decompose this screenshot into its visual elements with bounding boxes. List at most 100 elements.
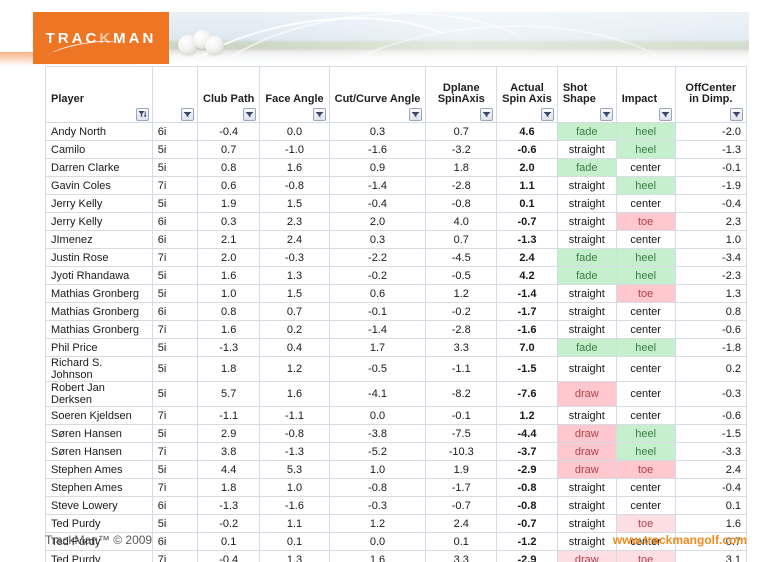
table-row: Jyoti Rhandawa5i1.61.3-0.2-0.54.2fadehee… — [46, 267, 747, 285]
cell-cut-curve-angle: -0.1 — [329, 303, 426, 321]
cell-actual-spin-axis: -0.7 — [497, 213, 558, 231]
cell-cut-curve-angle: -4.1 — [329, 382, 426, 407]
header-spacer-cell — [46, 67, 153, 83]
cell-offcenter: 2.3 — [675, 213, 746, 231]
table-row: Stephen Ames5i4.45.31.01.9-2.9drawtoe2.4 — [46, 461, 747, 479]
cell-dplane-spinaxis: -0.5 — [426, 267, 497, 285]
cell-player: Robert Jan Derksen — [46, 382, 153, 407]
header-spacer-row — [46, 67, 747, 83]
filter-cell-cut-curve-angle — [329, 106, 426, 123]
header-line2: SpinAxis — [431, 94, 491, 105]
cell-cut-curve-angle: 0.0 — [329, 533, 426, 551]
header-spacer-cell — [260, 67, 329, 83]
cell-offcenter: 3.1 — [675, 551, 746, 562]
sort-filter-icon[interactable] — [136, 108, 149, 121]
cell-player: Gavin Coles — [46, 177, 153, 195]
cell-player: Mathias Gronberg — [46, 285, 153, 303]
cell-offcenter: -0.6 — [675, 321, 746, 339]
cell-dplane-spinaxis: -0.2 — [426, 303, 497, 321]
cell-club-path: 1.6 — [198, 321, 260, 339]
cell-face-angle: 2.4 — [260, 231, 329, 249]
filter-icon[interactable] — [600, 108, 613, 121]
header-label-row: Player Club Path Face Angle Cut/Curve An… — [46, 83, 747, 106]
cell-actual-spin-axis: 1.2 — [497, 407, 558, 425]
trackman-report-page: TRACKMAN Player — [0, 0, 762, 562]
cell-dplane-spinaxis: -2.8 — [426, 321, 497, 339]
header-spacer-cell — [329, 67, 426, 83]
cell-shot-shape: straight — [557, 231, 616, 249]
cell-offcenter: 1.6 — [675, 515, 746, 533]
cell-shot-shape: straight — [557, 141, 616, 159]
cell-offcenter: -2.3 — [675, 267, 746, 285]
filter-icon[interactable] — [730, 108, 743, 121]
cell-dplane-spinaxis: 1.9 — [426, 461, 497, 479]
cell-face-angle: -0.3 — [260, 249, 329, 267]
table-row: Gavin Coles7i0.6-0.8-1.4-2.81.1straighth… — [46, 177, 747, 195]
cell-face-angle: 0.2 — [260, 321, 329, 339]
cell-face-angle: -1.0 — [260, 141, 329, 159]
cell-shot-shape: straight — [557, 357, 616, 382]
cell-actual-spin-axis: 2.4 — [497, 249, 558, 267]
cell-player: Stephen Ames — [46, 461, 153, 479]
cell-dplane-spinaxis: 2.4 — [426, 515, 497, 533]
cell-club-path: 2.1 — [198, 231, 260, 249]
cell-dplane-spinaxis: 0.1 — [426, 533, 497, 551]
cell-offcenter: 0.2 — [675, 357, 746, 382]
cell-impact: heel — [616, 425, 675, 443]
cell-actual-spin-axis: -0.7 — [497, 515, 558, 533]
cell-impact: toe — [616, 461, 675, 479]
cell-player: Jerry Kelly — [46, 213, 153, 231]
cell-club-path: 4.4 — [198, 461, 260, 479]
filter-icon[interactable] — [480, 108, 493, 121]
cell-club-path: -1.3 — [198, 497, 260, 515]
cell-face-angle: 2.3 — [260, 213, 329, 231]
cell-offcenter: -1.5 — [675, 425, 746, 443]
filter-cell-shot-shape — [557, 106, 616, 123]
cell-player: Richard S. Johnson — [46, 357, 153, 382]
cell-actual-spin-axis: -7.6 — [497, 382, 558, 407]
table-row: Jerry Kelly6i0.32.32.04.0-0.7straighttoe… — [46, 213, 747, 231]
cell-offcenter: -0.6 — [675, 407, 746, 425]
cell-shot-shape: straight — [557, 177, 616, 195]
cell-club-path: 3.8 — [198, 443, 260, 461]
cell-club: 6i — [152, 533, 197, 551]
cell-cut-curve-angle: 0.0 — [329, 407, 426, 425]
header-spacer-cell — [497, 67, 558, 83]
footer-website-link[interactable]: www.trackmangolf.com — [613, 533, 747, 547]
cell-cut-curve-angle: -1.6 — [329, 141, 426, 159]
cell-offcenter: -0.3 — [675, 382, 746, 407]
cell-actual-spin-axis: -1.6 — [497, 321, 558, 339]
golf-balls-image — [178, 30, 238, 60]
cell-club: 5i — [152, 382, 197, 407]
cell-club-path: 0.6 — [198, 177, 260, 195]
cell-player: Phil Price — [46, 339, 153, 357]
header-spacer-cell — [426, 67, 497, 83]
filter-icon[interactable] — [659, 108, 672, 121]
cell-actual-spin-axis: 2.0 — [497, 159, 558, 177]
cell-shot-shape: straight — [557, 515, 616, 533]
cell-cut-curve-angle: -2.2 — [329, 249, 426, 267]
cell-club: 7i — [152, 551, 197, 562]
table-body: Andy North6i-0.40.00.30.74.6fadeheel-2.0… — [46, 123, 747, 562]
table-row: Mathias Gronberg5i1.01.50.61.2-1.4straig… — [46, 285, 747, 303]
cell-club: 5i — [152, 267, 197, 285]
cell-offcenter: -3.4 — [675, 249, 746, 267]
filter-icon[interactable] — [313, 108, 326, 121]
filter-icon[interactable] — [409, 108, 422, 121]
golf-ball-icon — [205, 36, 224, 55]
cell-dplane-spinaxis: -2.8 — [426, 177, 497, 195]
header-spacer-cell — [198, 67, 260, 83]
header-spacer-cell — [557, 67, 616, 83]
cell-actual-spin-axis: 4.2 — [497, 267, 558, 285]
cell-offcenter: 1.3 — [675, 285, 746, 303]
column-header-shot-shape: Shot Shape — [557, 83, 616, 106]
filter-icon[interactable] — [541, 108, 554, 121]
cell-offcenter: -0.4 — [675, 195, 746, 213]
filter-icon[interactable] — [243, 108, 256, 121]
cell-impact: toe — [616, 213, 675, 231]
cell-actual-spin-axis: -2.9 — [497, 461, 558, 479]
cell-player: Jyoti Rhandawa — [46, 267, 153, 285]
cell-cut-curve-angle: 2.0 — [329, 213, 426, 231]
filter-icon[interactable] — [181, 108, 194, 121]
cell-shot-shape: straight — [557, 407, 616, 425]
